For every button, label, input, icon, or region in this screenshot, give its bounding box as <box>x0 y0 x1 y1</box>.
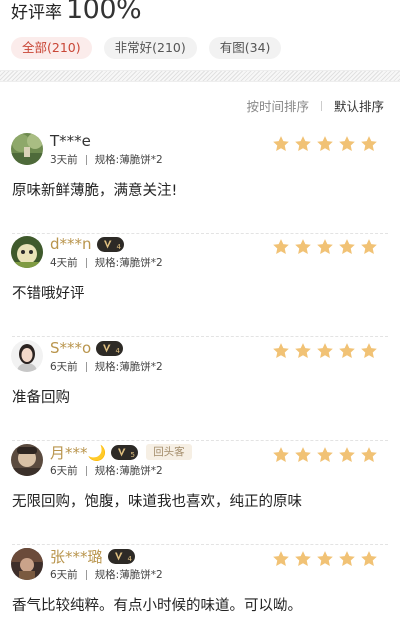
filter-chips: 全部(210) 非常好(210) 有图(34) <box>11 37 293 59</box>
review-spec: 规格:薄脆饼*2 <box>94 465 163 477</box>
review-meta: 6天前 规格:薄脆饼*2 <box>50 567 163 582</box>
filter-chip-excellent[interactable]: 非常好(210) <box>103 37 197 59</box>
review-spec: 规格:薄脆饼*2 <box>94 569 163 581</box>
vip-badge: 4 <box>96 340 124 356</box>
star-icon <box>361 447 377 462</box>
star-rating <box>268 446 378 464</box>
review-item: 月***🌙 5 回头客 6天前 规格:薄脆饼*2 无限回购，饱腹，味道我也喜欢，… <box>0 442 400 545</box>
star-icon <box>273 343 289 358</box>
review-item: d***n 4 4天前 规格:薄脆饼*2 不错哦好评 <box>0 234 400 337</box>
star-icon <box>339 136 355 151</box>
star-icon <box>273 447 289 462</box>
star-rating <box>268 550 378 568</box>
star-icon <box>339 551 355 566</box>
review-spec: 规格:薄脆饼*2 <box>94 154 163 166</box>
username: d***n <box>50 235 92 253</box>
avatar[interactable] <box>11 340 43 372</box>
star-icon <box>361 343 377 358</box>
review-meta: 4天前 规格:薄脆饼*2 <box>50 255 163 270</box>
star-rating <box>268 342 378 360</box>
star-icon <box>317 343 333 358</box>
star-icon <box>295 343 311 358</box>
avatar[interactable] <box>11 133 43 165</box>
review-meta: 3天前 规格:薄脆饼*2 <box>50 152 163 167</box>
star-icon <box>295 136 311 151</box>
meta-separator <box>85 361 87 372</box>
avatar[interactable] <box>11 444 43 476</box>
star-icon <box>295 551 311 566</box>
star-icon <box>361 551 377 566</box>
sort-separator <box>320 100 322 111</box>
review-text: 原味新鲜薄脆，满意关注! <box>12 183 178 199</box>
positive-rate-value: 100% <box>66 0 142 25</box>
review-text: 不错哦好评 <box>12 286 85 302</box>
review-time: 6天前 <box>50 361 78 373</box>
star-icon <box>317 551 333 566</box>
review-text: 准备回购 <box>12 390 70 406</box>
positive-rate: 好评率 100% <box>11 0 142 25</box>
username: 月***🌙 <box>50 443 107 462</box>
star-icon <box>273 136 289 151</box>
meta-separator <box>85 257 87 268</box>
star-icon <box>339 447 355 462</box>
star-icon <box>295 447 311 462</box>
avatar[interactable] <box>11 236 43 268</box>
vip-badge: 4 <box>96 236 124 252</box>
review-time: 6天前 <box>50 465 78 477</box>
filter-chip-with-images[interactable]: 有图(34) <box>208 37 282 59</box>
svg-text:4: 4 <box>116 243 121 251</box>
review-text: 香气比较纯粹。有点小时候的味道。可以呦。 <box>12 598 302 614</box>
meta-separator <box>85 154 87 165</box>
review-time: 4天前 <box>50 257 78 269</box>
review-spec: 规格:薄脆饼*2 <box>94 257 163 269</box>
username: 张***璐 <box>50 547 103 566</box>
section-divider <box>0 70 400 82</box>
svg-text:4: 4 <box>127 555 132 563</box>
review-item: S***o 4 6天前 规格:薄脆饼*2 准备回购 <box>0 338 400 441</box>
returning-customer-badge: 回头客 <box>146 444 192 460</box>
username: T***e <box>50 132 91 150</box>
username: S***o <box>50 339 92 357</box>
star-icon <box>317 239 333 254</box>
sort-by-time-button[interactable]: 按时间排序 <box>246 96 309 115</box>
review-meta: 6天前 规格:薄脆饼*2 <box>50 463 163 478</box>
meta-separator <box>85 569 87 580</box>
review-item: T***e 3天前 规格:薄脆饼*2 原味新鲜薄脆，满意关注! <box>0 131 400 234</box>
review-time: 3天前 <box>50 154 78 166</box>
review-time: 6天前 <box>50 569 78 581</box>
sort-bar: 按时间排序 默认排序 <box>246 96 384 115</box>
filter-chip-all[interactable]: 全部(210) <box>11 37 92 59</box>
star-icon <box>273 239 289 254</box>
review-item: 张***璐 4 6天前 规格:薄脆饼*2 香气比较纯粹。有点小时候的味道。可以呦… <box>0 546 400 640</box>
star-rating <box>268 238 378 256</box>
star-icon <box>317 447 333 462</box>
review-spec: 规格:薄脆饼*2 <box>94 361 163 373</box>
star-icon <box>339 343 355 358</box>
sort-default-button[interactable]: 默认排序 <box>334 96 384 115</box>
rating-header: 好评率 100% 全部(210) 非常好(210) 有图(34) <box>0 0 400 64</box>
review-text: 无限回购，饱腹，味道我也喜欢，纯正的原味 <box>12 494 302 510</box>
review-meta: 6天前 规格:薄脆饼*2 <box>50 359 163 374</box>
star-icon <box>361 136 377 151</box>
star-icon <box>273 551 289 566</box>
star-icon <box>339 239 355 254</box>
review-divider <box>12 336 388 337</box>
svg-text:5: 5 <box>131 451 135 459</box>
star-icon <box>295 239 311 254</box>
star-icon <box>317 136 333 151</box>
meta-separator <box>85 465 87 476</box>
star-icon <box>361 239 377 254</box>
star-rating <box>268 135 378 153</box>
vip-badge: 5 <box>111 444 139 460</box>
svg-text:4: 4 <box>116 347 121 355</box>
vip-badge: 4 <box>107 548 135 564</box>
positive-rate-label: 好评率 <box>11 3 62 23</box>
avatar[interactable] <box>11 548 43 580</box>
